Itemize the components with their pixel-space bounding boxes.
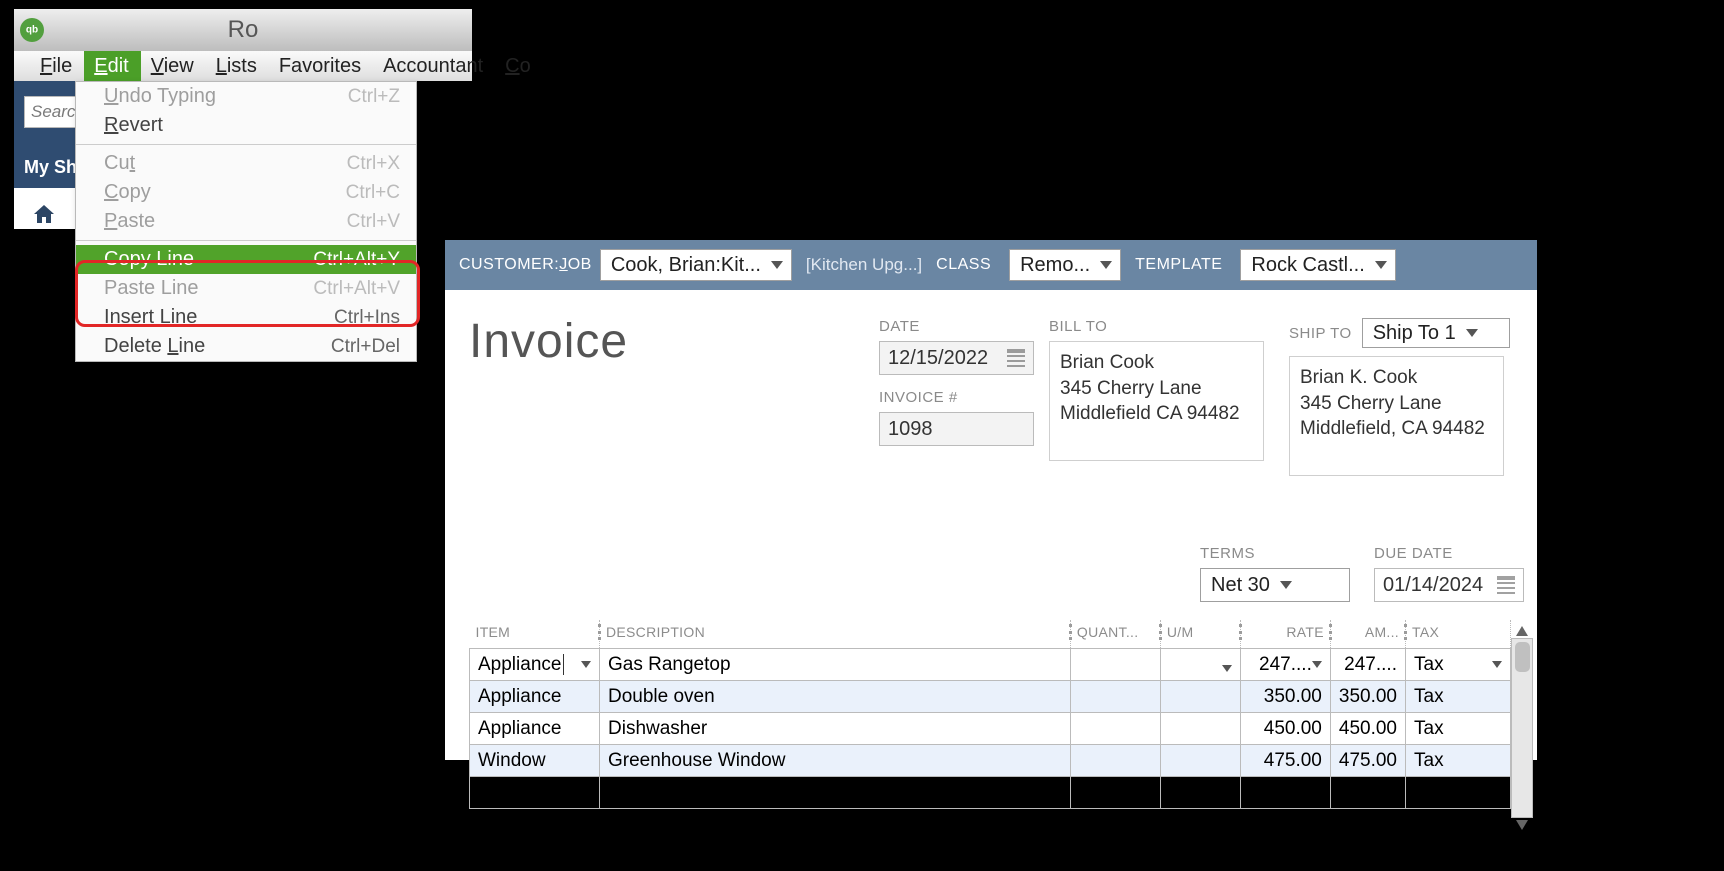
table-row[interactable]: ApplianceGas Rangetop247....247....Tax: [470, 649, 1511, 681]
scrollbar[interactable]: [1511, 638, 1533, 818]
chevron-down-icon: [1100, 261, 1112, 269]
menu-item-copy-line[interactable]: Copy Line Ctrl+Alt+Y: [76, 245, 416, 274]
menu-item-insert-line[interactable]: Insert Line Ctrl+Ins: [76, 303, 416, 332]
window-title: Ro: [228, 16, 259, 44]
menu-item-revert[interactable]: Revert: [76, 111, 416, 140]
menu-separator: [76, 240, 416, 241]
date-input[interactable]: 12/15/2022: [879, 341, 1034, 375]
template-label: TEMPLATE: [1135, 256, 1222, 274]
customer-job-select[interactable]: Cook, Brian:Kit...: [600, 249, 792, 281]
invoice-number-label: INVOICE #: [879, 389, 1039, 406]
table-row[interactable]: ApplianceDishwasher450.00450.00Tax: [470, 713, 1511, 745]
menu-item-paste[interactable]: Paste Ctrl+V: [76, 207, 416, 236]
due-date-label: DUE DATE: [1374, 545, 1524, 562]
chevron-down-icon: [1222, 665, 1232, 672]
scroll-up-icon[interactable]: [1516, 626, 1528, 636]
col-quantity: QUANT...: [1070, 620, 1160, 649]
chevron-down-icon: [1280, 581, 1292, 589]
chevron-down-icon: [1375, 261, 1387, 269]
chevron-down-icon: [1492, 661, 1502, 668]
line-items-table: ITEM DESCRIPTION QUANT... U/M RATE AM...…: [469, 620, 1531, 809]
terms-select[interactable]: Net 30: [1200, 568, 1350, 602]
chevron-down-icon: [771, 261, 783, 269]
edit-dropdown: Undo Typing Ctrl+Z Revert Cut Ctrl+X Cop…: [75, 81, 417, 362]
menu-accountant[interactable]: Accountant: [373, 51, 495, 82]
scroll-down-icon[interactable]: [1516, 820, 1528, 830]
invoice-number-input[interactable]: 1098: [879, 412, 1034, 446]
chevron-down-icon: [1466, 329, 1478, 337]
search-input[interactable]: Searcl: [24, 96, 76, 128]
date-label: DATE: [879, 318, 1039, 335]
menu-file[interactable]: File: [30, 51, 84, 82]
menu-co[interactable]: Co: [495, 51, 543, 82]
invoice-header-bar: CUSTOMER:JOB Cook, Brian:Kit... [Kitchen…: [445, 240, 1537, 290]
col-description: DESCRIPTION: [600, 620, 1071, 649]
menu-favorites[interactable]: Favorites: [269, 51, 373, 82]
customer-job-label: CUSTOMER:JOB: [459, 256, 592, 274]
col-um: U/M: [1160, 620, 1240, 649]
title-bar: Ro: [14, 9, 472, 51]
calendar-icon: [1007, 349, 1025, 367]
chevron-down-icon: [581, 661, 591, 668]
col-rate: RATE: [1240, 620, 1330, 649]
due-date-input[interactable]: 01/14/2024: [1374, 568, 1524, 602]
menu-item-copy[interactable]: Copy Ctrl+C: [76, 178, 416, 207]
class-label: CLASS: [936, 256, 991, 274]
menu-separator: [76, 144, 416, 145]
menu-item-cut[interactable]: Cut Ctrl+X: [76, 149, 416, 178]
template-select[interactable]: Rock Castl...: [1240, 249, 1395, 281]
table-row[interactable]: WindowGreenhouse Window475.00475.00Tax: [470, 745, 1511, 777]
invoice-form: CUSTOMER:JOB Cook, Brian:Kit... [Kitchen…: [445, 240, 1537, 760]
table-header-row: ITEM DESCRIPTION QUANT... U/M RATE AM...…: [470, 620, 1511, 649]
job-name-indicator: [Kitchen Upg...]: [806, 255, 922, 275]
col-tax: TAX: [1406, 620, 1511, 649]
menu-view[interactable]: View: [141, 51, 206, 82]
bill-to-address[interactable]: Brian Cook345 Cherry LaneMiddlefield CA …: [1049, 341, 1264, 461]
my-shortcuts-label: My Sh: [24, 157, 77, 178]
menu-item-undo[interactable]: Undo Typing Ctrl+Z: [76, 82, 416, 111]
calendar-icon: [1497, 576, 1515, 594]
chevron-down-icon: [1312, 661, 1322, 668]
col-item: ITEM: [470, 620, 600, 649]
menu-bar: File Edit View Lists Favorites Accountan…: [14, 51, 472, 81]
quickbooks-logo-icon: [20, 18, 44, 42]
class-select[interactable]: Remo...: [1009, 249, 1121, 281]
ship-to-select[interactable]: Ship To 1: [1362, 318, 1510, 348]
terms-label: TERMS: [1200, 545, 1364, 562]
menu-lists[interactable]: Lists: [206, 51, 269, 82]
home-icon: [30, 204, 58, 224]
menu-item-delete-line[interactable]: Delete Line Ctrl+Del: [76, 332, 416, 361]
invoice-body: Invoice DATE 12/15/2022 INVOICE # 1098 B…: [445, 290, 1537, 377]
ship-to-address[interactable]: Brian K. Cook345 Cherry LaneMiddlefield,…: [1289, 356, 1504, 476]
menu-item-paste-line[interactable]: Paste Line Ctrl+Alt+V: [76, 274, 416, 303]
scroll-thumb[interactable]: [1515, 642, 1530, 672]
col-amount: AM...: [1330, 620, 1405, 649]
terms-row: TERMS Net 30 DUE DATE 01/14/2024: [469, 545, 1524, 602]
table-row[interactable]: ApplianceDouble oven350.00350.00Tax: [470, 681, 1511, 713]
bill-to-label: BILL TO: [1049, 318, 1279, 335]
ship-to-label: SHIP TO: [1289, 325, 1352, 342]
menu-edit[interactable]: Edit: [84, 51, 140, 82]
table-row-empty[interactable]: [470, 777, 1511, 809]
